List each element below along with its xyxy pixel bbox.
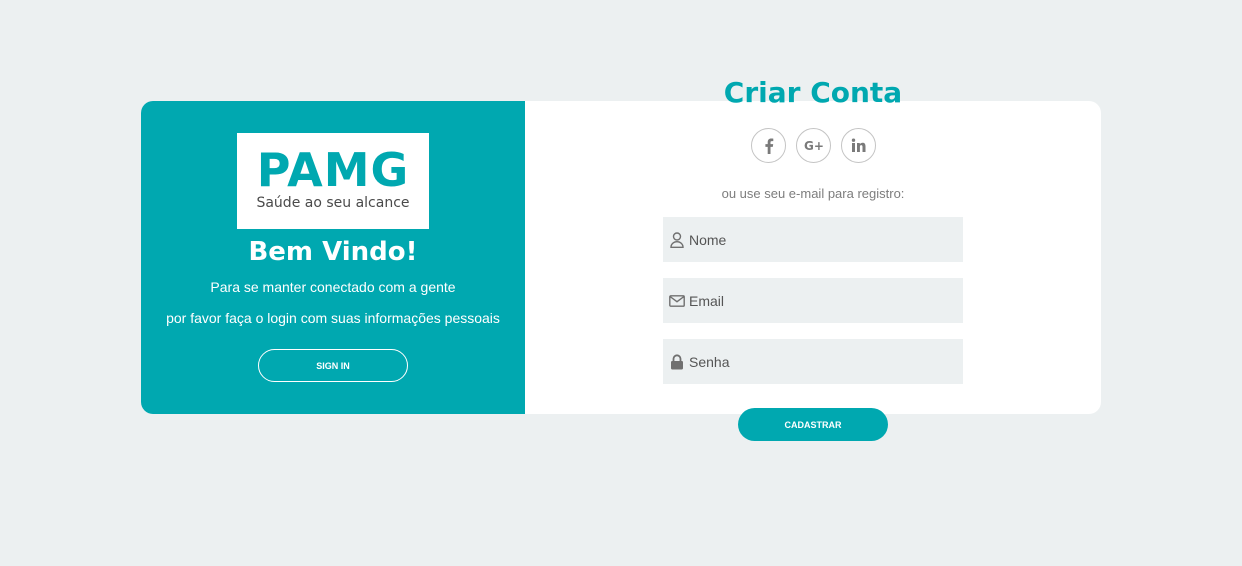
welcome-text-line2: por favor faça o login com suas informaç…: [166, 310, 500, 326]
lock-icon: [665, 339, 689, 384]
welcome-text-line1: Para se manter conectado com a gente: [210, 279, 456, 295]
email-hint: ou use seu e-mail para registro:: [721, 186, 905, 201]
linkedin-button[interactable]: [841, 128, 876, 163]
email-input[interactable]: [689, 278, 963, 323]
linkedin-icon: [851, 138, 866, 153]
svg-text:G+: G+: [804, 139, 824, 153]
create-account-title: Criar Conta: [723, 76, 903, 109]
google-plus-icon: G+: [804, 139, 824, 153]
logo-text: PAMG: [256, 143, 410, 197]
welcome-panel: PAMG Saúde ao seu alcance Bem Vindo! Par…: [141, 101, 525, 414]
envelope-icon: [665, 278, 689, 323]
sign-in-button[interactable]: SIGN IN: [258, 349, 408, 382]
name-field: [663, 217, 963, 262]
email-field: [663, 278, 963, 323]
logo-tagline: Saúde ao seu alcance: [256, 195, 410, 211]
google-plus-button[interactable]: G+: [796, 128, 831, 163]
user-icon: [665, 217, 689, 262]
password-input[interactable]: [689, 339, 963, 384]
welcome-title: Bem Vindo!: [248, 237, 418, 267]
logo: PAMG Saúde ao seu alcance: [237, 133, 429, 229]
register-button[interactable]: CADASTRAR: [738, 408, 888, 441]
facebook-button[interactable]: [751, 128, 786, 163]
password-field: [663, 339, 963, 384]
name-input[interactable]: [689, 217, 963, 262]
facebook-icon: [764, 138, 774, 154]
